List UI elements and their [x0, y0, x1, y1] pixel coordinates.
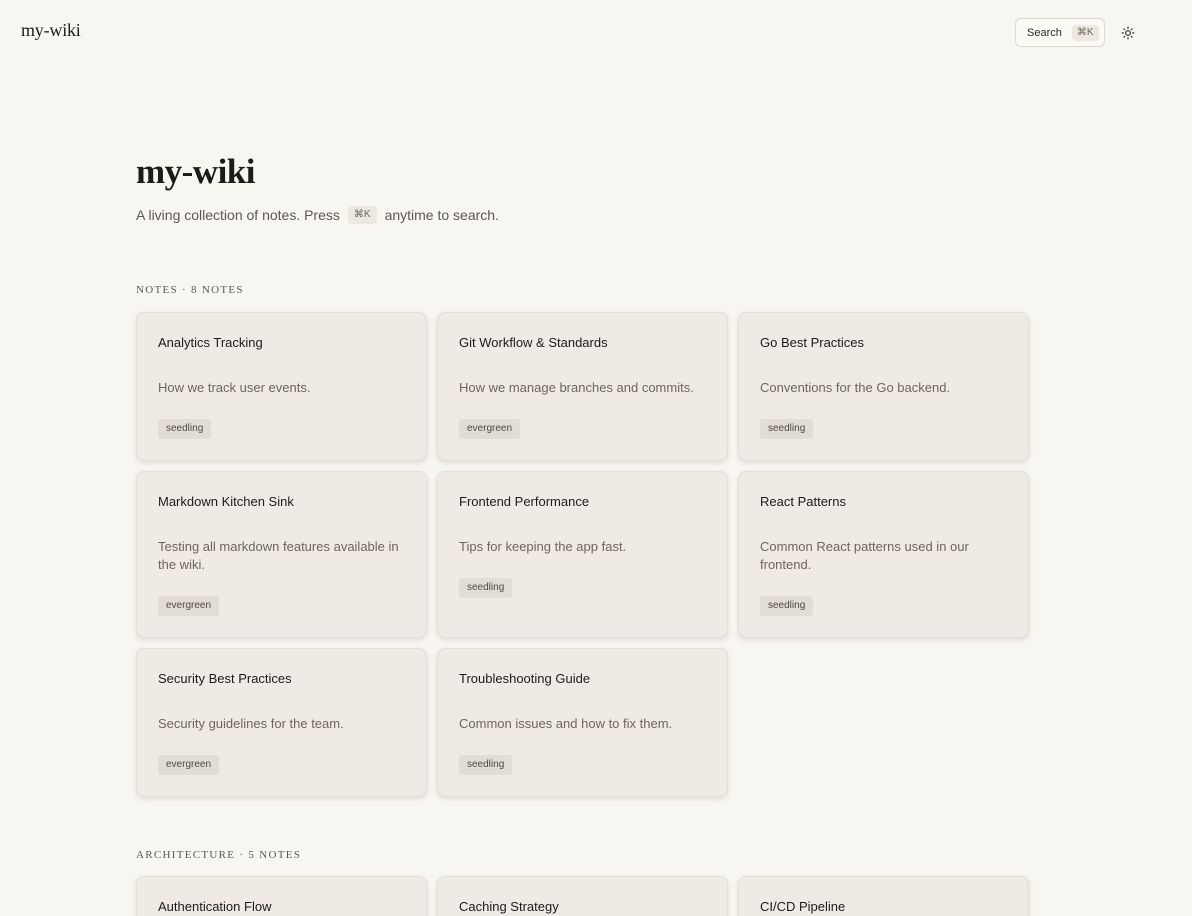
subtitle-text-after: anytime to search. — [384, 207, 499, 223]
architecture-grid: Authentication Flow Caching Strategy CI/… — [136, 876, 1030, 916]
note-card-tag: evergreen — [459, 419, 521, 439]
search-label: Search — [1027, 26, 1062, 39]
note-card-description: Conventions for the Go backend. — [760, 380, 951, 395]
note-card-description: How we track user events. — [158, 380, 311, 395]
search-shortcut-kbd: ⌘K — [1071, 24, 1099, 41]
note-card[interactable]: Go Best Practices Conventions for the Go… — [738, 312, 1029, 461]
note-card-description: Common issues and how to fix them. — [459, 716, 673, 731]
note-card-tag: evergreen — [158, 596, 220, 616]
note-card-description: Tips for keeping the app fast. — [459, 539, 627, 554]
note-card[interactable]: Troubleshooting Guide Common issues and … — [437, 648, 728, 797]
site-logo[interactable]: my-wiki — [21, 20, 81, 41]
note-card-title: Authentication Flow — [158, 899, 272, 914]
note-card-tag: seedling — [459, 755, 513, 775]
subtitle-text-before: A living collection of notes. Press — [136, 207, 340, 223]
note-card-title: Caching Strategy — [459, 899, 559, 914]
note-card-description: How we manage branches and commits. — [459, 380, 694, 395]
note-card-title: Troubleshooting Guide — [459, 671, 591, 686]
notes-grid: Analytics Tracking How we track user eve… — [136, 312, 1030, 797]
note-card[interactable]: React Patterns Common React patterns use… — [738, 471, 1029, 638]
section-heading-architecture: ARCHITECTURE · 5 NOTES — [136, 849, 302, 861]
note-card-tag: seedling — [760, 596, 814, 616]
note-card-title: Frontend Performance — [459, 494, 590, 509]
note-card[interactable]: Git Workflow & Standards How we manage b… — [437, 312, 728, 461]
page-subtitle: A living collection of notes. Press ⌘K a… — [136, 206, 499, 224]
theme-toggle-button[interactable] — [1119, 24, 1137, 42]
note-card-tag: seedling — [760, 419, 814, 439]
note-card-description: Security guidelines for the team. — [158, 716, 344, 731]
note-card-title: React Patterns — [760, 494, 846, 509]
note-card[interactable]: Security Best Practices Security guideli… — [136, 648, 427, 797]
note-card-tag: seedling — [158, 419, 212, 439]
note-card-description: Testing all markdown features available … — [158, 539, 399, 572]
note-card[interactable]: CI/CD Pipeline — [738, 876, 1029, 916]
note-card-description: Common React patterns used in our fronte… — [760, 539, 969, 572]
page-title: my-wiki — [136, 152, 256, 191]
wiki-home-page: my-wiki Search ⌘K my-wiki A living colle… — [0, 0, 1192, 916]
note-card-title: Go Best Practices — [760, 335, 865, 350]
section-heading-notes: NOTES · 8 NOTES — [136, 284, 244, 296]
note-card[interactable]: Frontend Performance Tips for keeping th… — [437, 471, 728, 638]
note-card-title: Security Best Practices — [158, 671, 292, 686]
note-card-title: CI/CD Pipeline — [760, 899, 846, 914]
note-card-tag: evergreen — [158, 755, 220, 775]
note-card-title: Git Workflow & Standards — [459, 335, 608, 350]
subtitle-shortcut-kbd: ⌘K — [347, 206, 377, 224]
search-button[interactable]: Search ⌘K — [1015, 18, 1105, 47]
note-card[interactable]: Caching Strategy — [437, 876, 728, 916]
note-card-title: Analytics Tracking — [158, 335, 263, 350]
note-card[interactable]: Markdown Kitchen Sink Testing all markdo… — [136, 471, 427, 638]
note-card-tag: seedling — [459, 578, 513, 598]
note-card[interactable]: Authentication Flow — [136, 876, 427, 916]
note-card[interactable]: Analytics Tracking How we track user eve… — [136, 312, 427, 461]
note-card-title: Markdown Kitchen Sink — [158, 494, 294, 509]
sun-icon — [1121, 26, 1135, 40]
